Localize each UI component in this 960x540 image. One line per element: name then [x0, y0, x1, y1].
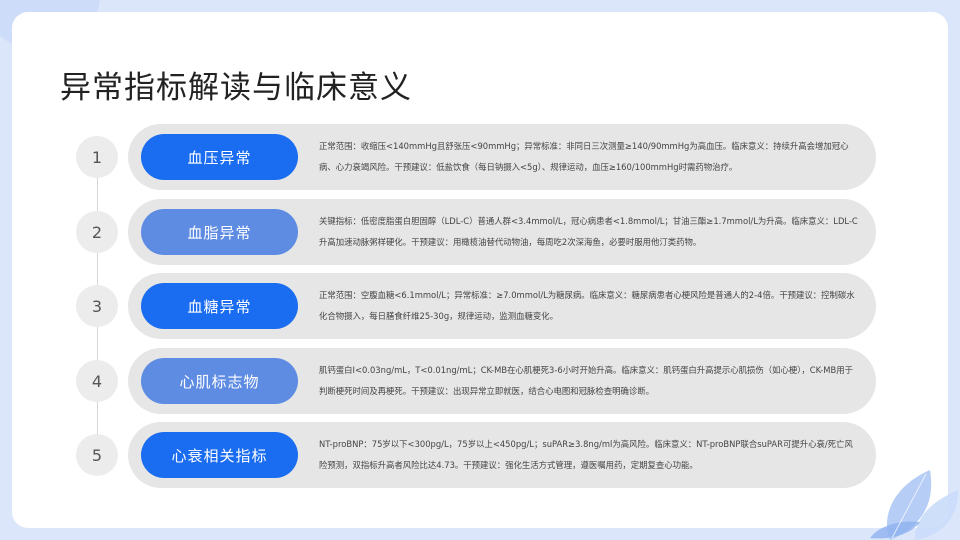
item-pill: 血压异常 正常范围：收缩压<140mmHg且舒张压<90mmHg；异常标准：非同…: [128, 124, 876, 190]
item-label-blood-lipid[interactable]: 血脂异常: [141, 209, 298, 255]
item-description: 正常范围：收缩压<140mmHg且舒张压<90mmHg；异常标准：非同日三次测量…: [319, 141, 849, 172]
list-item: 5 心衰相关指标 NT-proBNP：75岁以下<300pg/L，75岁以上<4…: [76, 422, 876, 488]
item-label-heart-failure[interactable]: 心衰相关指标: [141, 432, 298, 478]
list-item: 4 心肌标志物 肌钙蛋白I<0.03ng/mL，T<0.01ng/mL；CK-M…: [76, 348, 876, 414]
step-number: 5: [76, 434, 118, 476]
step-number: 2: [76, 211, 118, 253]
list-item: 1 血压异常 正常范围：收缩压<140mmHg且舒张压<90mmHg；异常标准：…: [76, 124, 876, 190]
list-item: 2 血脂异常 关键指标：低密度脂蛋白胆固醇（LDL-C）普通人群<3.4mmol…: [76, 199, 876, 265]
item-label-blood-glucose[interactable]: 血糖异常: [141, 283, 298, 329]
item-pill: 血脂异常 关键指标：低密度脂蛋白胆固醇（LDL-C）普通人群<3.4mmol/L…: [128, 199, 876, 265]
step-number: 3: [76, 285, 118, 327]
step-number: 4: [76, 360, 118, 402]
page-title: 异常指标解读与临床意义: [60, 70, 412, 106]
item-pill: 心衰相关指标 NT-proBNP：75岁以下<300pg/L，75岁以上<450…: [128, 422, 876, 488]
item-pill: 心肌标志物 肌钙蛋白I<0.03ng/mL，T<0.01ng/mL；CK-MB在…: [128, 348, 876, 414]
item-description: 正常范围：空腹血糖<6.1mmol/L；异常标准：≥7.0mmol/L为糖尿病。…: [319, 290, 855, 321]
item-pill: 血糖异常 正常范围：空腹血糖<6.1mmol/L；异常标准：≥7.0mmol/L…: [128, 273, 876, 339]
item-label-blood-pressure[interactable]: 血压异常: [141, 134, 298, 180]
item-description: 肌钙蛋白I<0.03ng/mL，T<0.01ng/mL；CK-MB在心肌梗死3-…: [319, 365, 853, 396]
leaf-decoration-icon: [870, 470, 958, 540]
list-item: 3 血糖异常 正常范围：空腹血糖<6.1mmol/L；异常标准：≥7.0mmol…: [76, 273, 876, 339]
item-label-myocardial-markers[interactable]: 心肌标志物: [141, 358, 298, 404]
step-number: 1: [76, 136, 118, 178]
item-description: 关键指标：低密度脂蛋白胆固醇（LDL-C）普通人群<3.4mmol/L，冠心病患…: [319, 216, 858, 247]
slide-card: 异常指标解读与临床意义 1 血压异常 正常范围：收缩压<140mmHg且舒张压<…: [12, 12, 948, 528]
item-description: NT-proBNP：75岁以下<300pg/L，75岁以上<450pg/L；su…: [319, 439, 853, 470]
